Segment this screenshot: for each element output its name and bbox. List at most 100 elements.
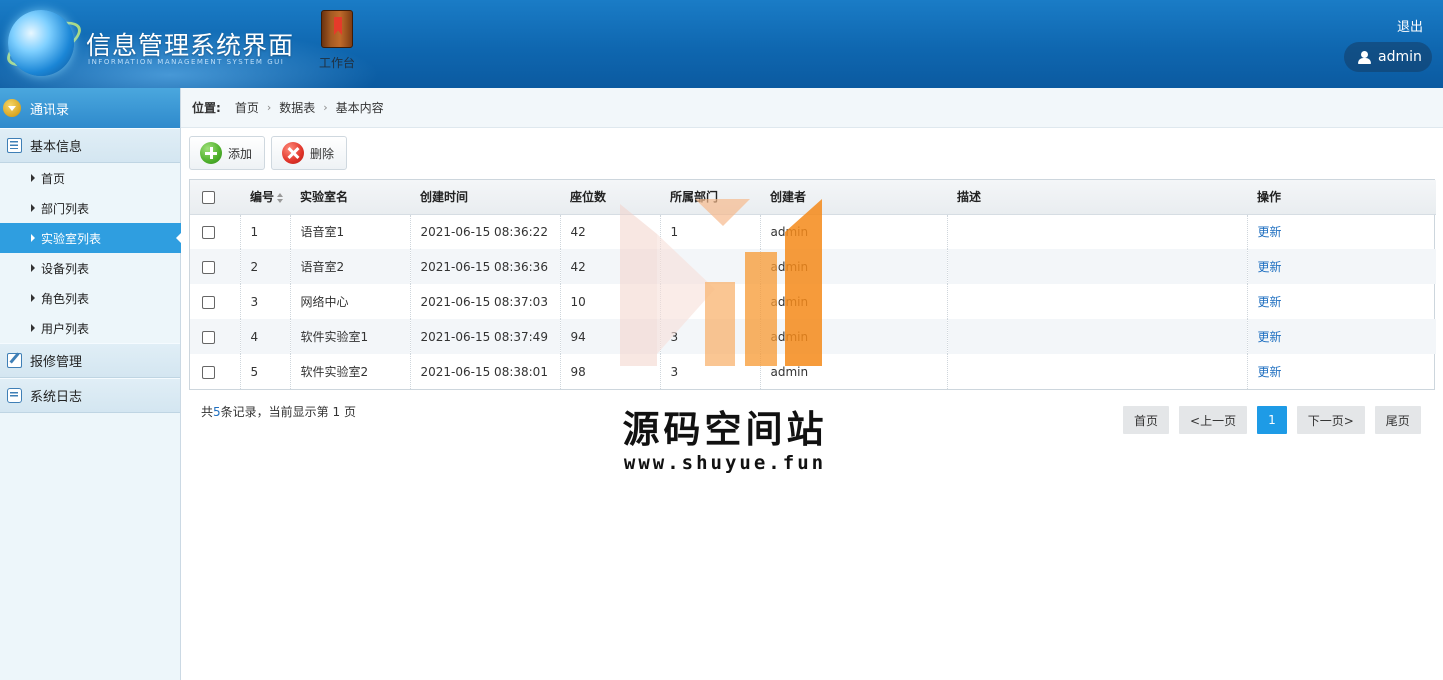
records-prefix: 共 <box>201 405 214 419</box>
column-header-label: 编号 <box>250 190 275 205</box>
row-checkbox[interactable] <box>202 295 215 309</box>
table-row: 5 软件实验室2 2021-06-15 08:38:01 98 3 admin … <box>190 354 1436 389</box>
select-all-checkbox[interactable] <box>202 190 215 204</box>
sidebar-item-devices[interactable]: 设备列表 <box>0 253 180 283</box>
caret-right-icon <box>31 324 35 332</box>
sidebar-item-label: 部门列表 <box>41 201 90 216</box>
update-link[interactable]: 更新 <box>1258 365 1282 379</box>
cell-dept: 3 <box>659 319 760 354</box>
records-page-suffix: 页 <box>343 405 356 419</box>
cell-creator: admin <box>759 214 947 249</box>
sidebar-item-label: 用户列表 <box>41 321 90 336</box>
row-checkbox[interactable] <box>202 365 215 379</box>
row-checkbox[interactable] <box>202 260 215 274</box>
workbench-label: 工作台 <box>318 56 355 70</box>
cell-action: 更新 <box>1246 354 1436 389</box>
cell-created: 2021-06-15 08:36:36 <box>409 249 560 284</box>
sidebar-group-label: 报修管理 <box>30 355 83 370</box>
column-header-dept: 所属部门 <box>660 180 760 215</box>
sidebar: 通讯录 基本信息 首页 部门列表 实验室列表 设备列表 角色列表 用户列表 报修… <box>0 88 182 680</box>
sidebar-item-labs[interactable]: 实验室列表 <box>0 223 182 253</box>
cell-id: 4 <box>239 319 290 354</box>
edit-icon <box>7 353 22 368</box>
cell-desc <box>946 284 1247 319</box>
cell-creator: admin <box>759 284 947 319</box>
app-header: 信息管理系统界面 INFORMATION MANAGEMENT SYSTEM G… <box>0 0 1443 88</box>
sort-icon[interactable] <box>277 192 284 203</box>
column-header-creator: 创建者 <box>760 180 947 215</box>
sidebar-item-users[interactable]: 用户列表 <box>0 313 180 343</box>
cell-created: 2021-06-15 08:36:22 <box>409 214 560 249</box>
sidebar-group-basic-info[interactable]: 基本信息 <box>0 128 180 163</box>
breadcrumb-item-home[interactable]: 首页 <box>235 99 259 116</box>
row-select-cell <box>190 249 240 284</box>
cell-seats: 94 <box>559 319 660 354</box>
cell-desc <box>946 319 1247 354</box>
caret-right-icon <box>31 294 35 302</box>
row-checkbox[interactable] <box>202 225 215 239</box>
caret-right-icon <box>31 204 35 212</box>
list-icon <box>7 138 22 153</box>
cell-action: 更新 <box>1246 319 1436 354</box>
cell-id: 1 <box>239 214 290 249</box>
select-all-cell <box>190 180 240 215</box>
caret-right-icon <box>31 264 35 272</box>
breadcrumb-item-content: 基本内容 <box>335 101 384 115</box>
cell-name: 网络中心 <box>289 284 410 319</box>
workbench-button[interactable]: 工作台 <box>314 10 360 71</box>
book-icon <box>321 10 353 48</box>
cell-id: 5 <box>239 354 290 389</box>
delete-button[interactable]: 删除 <box>271 136 348 170</box>
last-page-button[interactable]: 尾页 <box>1374 406 1421 434</box>
sidebar-item-roles[interactable]: 角色列表 <box>0 283 180 313</box>
app-title: 信息管理系统界面 <box>86 31 295 60</box>
breadcrumb-label: 位置: <box>192 101 221 115</box>
cell-creator: admin <box>759 249 947 284</box>
update-link[interactable]: 更新 <box>1258 330 1282 344</box>
cell-action: 更新 <box>1246 284 1436 319</box>
column-header-id[interactable]: 编号 <box>240 180 290 215</box>
row-select-cell <box>190 214 240 249</box>
caret-right-icon <box>31 174 35 182</box>
cell-name: 语音室2 <box>289 249 410 284</box>
update-link[interactable]: 更新 <box>1258 225 1282 239</box>
sidebar-header[interactable]: 通讯录 <box>0 88 180 128</box>
sidebar-item-label: 设备列表 <box>41 261 90 276</box>
cell-id: 2 <box>239 249 290 284</box>
breadcrumb-item-datatable[interactable]: 数据表 <box>279 99 315 116</box>
table-row: 4 软件实验室1 2021-06-15 08:37:49 94 3 admin … <box>190 319 1436 354</box>
sidebar-group-repair[interactable]: 报修管理 <box>0 343 180 378</box>
cell-id: 3 <box>239 284 290 319</box>
cell-name: 软件实验室1 <box>289 319 410 354</box>
username: admin <box>1378 49 1422 65</box>
sidebar-group-label: 系统日志 <box>30 390 83 405</box>
cell-dept: 3 <box>659 354 760 389</box>
caret-right-icon <box>31 234 35 242</box>
logout-link[interactable]: 退出 <box>1397 16 1423 35</box>
update-link[interactable]: 更新 <box>1258 260 1282 274</box>
add-button[interactable]: 添加 <box>189 136 266 170</box>
records-suffix: 条记录，当前显示第 <box>220 405 329 419</box>
current-page-button[interactable]: 1 <box>1257 406 1287 434</box>
cell-seats: 42 <box>559 249 660 284</box>
cell-action: 更新 <box>1246 249 1436 284</box>
row-checkbox[interactable] <box>202 330 215 344</box>
toolbar: 添加 删除 <box>189 136 348 170</box>
records-summary: 共5条记录，当前显示第 1 页 <box>201 403 356 420</box>
collapse-toggle-icon <box>3 99 21 117</box>
cell-created: 2021-06-15 08:37:49 <box>409 319 560 354</box>
prev-page-button[interactable]: <上一页 <box>1179 406 1248 434</box>
update-link[interactable]: 更新 <box>1258 295 1282 309</box>
sidebar-item-departments[interactable]: 部门列表 <box>0 193 180 223</box>
column-header-name: 实验室名 <box>290 180 410 215</box>
sidebar-group-logs[interactable]: 系统日志 <box>0 378 180 413</box>
sidebar-item-home[interactable]: 首页 <box>0 163 180 193</box>
row-select-cell <box>190 354 240 389</box>
next-page-button[interactable]: 下一页> <box>1296 406 1365 434</box>
first-page-button[interactable]: 首页 <box>1123 406 1170 434</box>
user-icon <box>1358 50 1371 64</box>
cell-dept <box>659 249 760 284</box>
close-icon <box>282 142 305 164</box>
cell-name: 软件实验室2 <box>289 354 410 389</box>
user-menu[interactable]: admin <box>1344 42 1432 72</box>
